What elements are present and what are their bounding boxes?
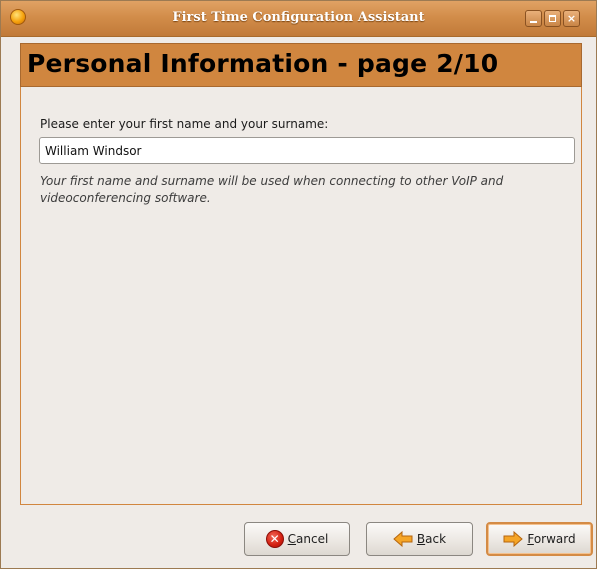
forward-label: Forward — [527, 532, 576, 546]
cancel-label: Cancel — [287, 532, 329, 546]
forward-arrow-icon — [503, 531, 524, 547]
content-pane: Please enter your first name and your su… — [20, 87, 582, 505]
close-icon: × — [566, 12, 577, 25]
page-header: Personal Information - page 2/10 — [20, 43, 582, 87]
back-label: Back — [416, 532, 447, 546]
cancel-button[interactable]: ✕ Cancel — [244, 522, 350, 556]
back-arrow-icon — [393, 531, 413, 547]
cancel-icon: ✕ — [265, 530, 284, 548]
configuration-window: First Time Configuration Assistant × Per… — [0, 0, 597, 569]
close-button[interactable]: × — [563, 10, 580, 27]
title-bar[interactable]: First Time Configuration Assistant × — [1, 1, 596, 37]
window-title: First Time Configuration Assistant — [172, 10, 425, 25]
name-prompt-label: Please enter your first name and your su… — [40, 117, 329, 131]
maximize-button[interactable] — [544, 10, 561, 27]
name-hint-text: Your first name and surname will be used… — [40, 174, 504, 205]
back-button[interactable]: Back — [366, 522, 473, 556]
page-title: Personal Information - page 2/10 — [27, 49, 499, 78]
full-name-input[interactable] — [39, 137, 575, 164]
minimize-button[interactable] — [525, 10, 542, 27]
forward-button[interactable]: Forward — [486, 522, 593, 556]
